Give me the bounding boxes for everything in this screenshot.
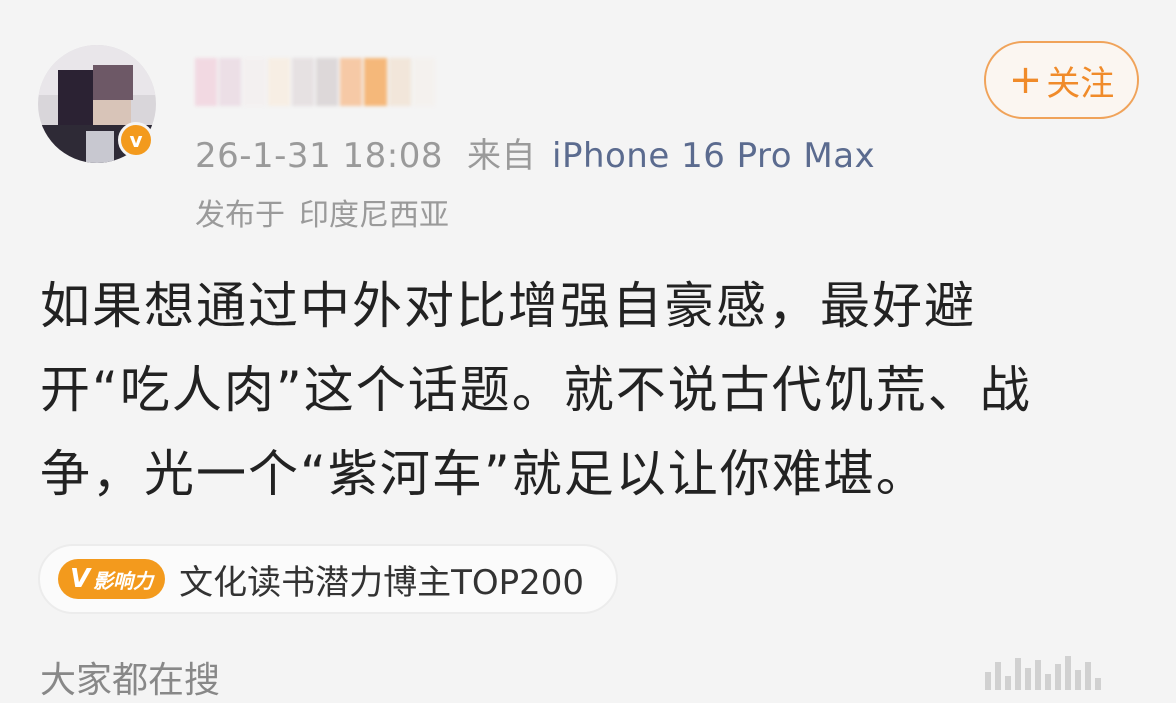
follow-label: 关注	[1046, 63, 1115, 104]
content-line: 如果想通过中外对比增强自豪感，最好避	[40, 277, 976, 335]
location-prefix: 发布于	[195, 198, 285, 233]
post-timestamp: 26-1-31 18:08	[195, 136, 443, 176]
post-header: v 26-1-31 18:08 来自 iPhone 16 Pro Max 发布于 印度…	[0, 0, 1176, 240]
watermark-icon	[985, 650, 1165, 690]
content-line: 争，光一个“紫河车”就足以让你难堪。	[40, 445, 928, 503]
post-content: 如果想通过中外对比增强自豪感，最好避 开“吃人肉”这个话题。就不说古代饥荒、战 …	[40, 264, 1150, 516]
post-meta: 26-1-31 18:08 来自 iPhone 16 Pro Max	[195, 128, 875, 177]
content-line: 开“吃人肉”这个话题。就不说古代饥荒、战	[40, 361, 1032, 419]
influence-badge[interactable]: V 影响力 文化读书潜力博主TOP200	[38, 544, 619, 614]
trending-search-heading: 大家都在搜	[40, 660, 221, 701]
follow-button[interactable]: + 关注	[984, 41, 1139, 119]
influence-label: 文化读书潜力博主TOP200	[179, 562, 585, 603]
username-redacted[interactable]	[195, 58, 436, 106]
post-location: 发布于 印度尼西亚	[195, 190, 449, 234]
influence-icon: V 影响力	[58, 559, 166, 599]
source-prefix: 来自	[467, 136, 536, 176]
verified-badge-icon: v	[118, 122, 154, 158]
influence-icon-text: 影响力	[93, 568, 154, 593]
device-link[interactable]: iPhone 16 Pro Max	[552, 136, 875, 176]
location-name: 印度尼西亚	[299, 198, 449, 233]
influence-v-letter: V	[70, 564, 91, 594]
plus-icon: +	[1008, 57, 1043, 103]
